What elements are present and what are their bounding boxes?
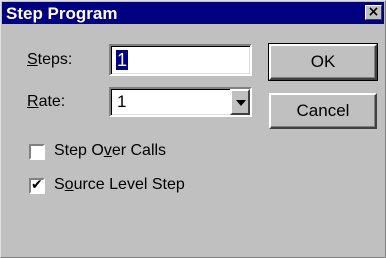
step-program-dialog: Step Program × Steps: 1 Rate: 1 OK Cance… (0, 0, 386, 258)
rate-dropdown[interactable]: 1 (109, 87, 252, 117)
steps-value: 1 (116, 50, 129, 70)
dropdown-button[interactable] (230, 89, 250, 115)
close-icon[interactable]: × (365, 5, 382, 20)
source-level-step-label[interactable]: Source Level Step (54, 176, 185, 194)
steps-label: Steps: (27, 51, 73, 68)
steps-input[interactable]: 1 (109, 44, 252, 76)
chevron-down-icon (236, 100, 246, 106)
rate-value: 1 (117, 92, 127, 111)
ok-button[interactable]: OK (268, 43, 378, 81)
source-level-step-checkbox[interactable]: ✔ (29, 177, 45, 194)
cancel-button[interactable]: Cancel (269, 93, 377, 129)
step-over-calls-checkbox[interactable] (29, 144, 45, 160)
dialog-title: Step Program (6, 4, 118, 23)
checkmark-icon: ✔ (31, 177, 43, 193)
rate-label: Rate: (27, 93, 66, 110)
title-bar: Step Program × (2, 2, 384, 24)
step-over-calls-label[interactable]: Step Over Calls (54, 142, 166, 160)
